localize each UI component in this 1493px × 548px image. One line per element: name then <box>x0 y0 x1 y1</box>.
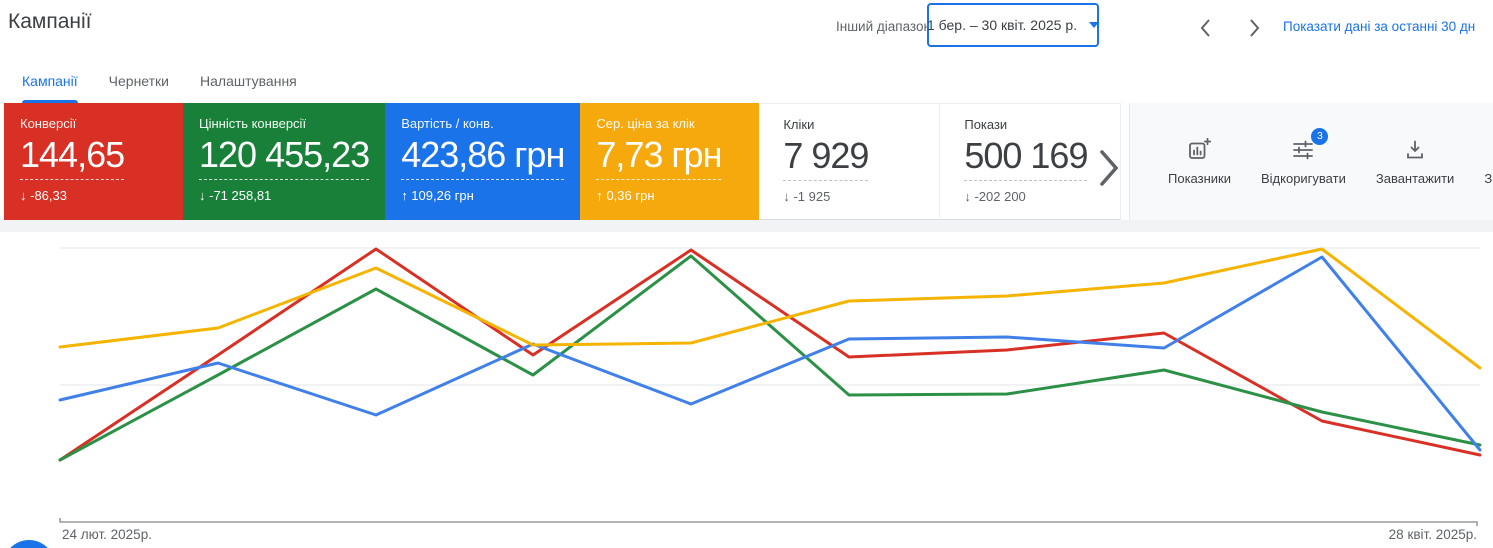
scorecard-value: 423,86 грн <box>401 136 564 180</box>
x-axis-start-label: 24 лют. 2025р. <box>62 527 152 542</box>
other-range-label: Інший діапазон <box>836 19 931 34</box>
scorecard-label: Цінність конверсії <box>199 116 369 131</box>
tab-drafts[interactable]: Чернетки <box>109 60 169 103</box>
x-axis-line <box>60 518 1477 526</box>
series-line-Сер. ціна за клік <box>60 249 1480 368</box>
scorecard-delta: ↓ -71 258,81 <box>199 188 369 203</box>
series-line-Вартість / конв. <box>60 257 1480 450</box>
scorecard-delta: ↑ 0,36 грн <box>596 188 743 203</box>
scorecard-value-text: 7,73 грн <box>596 134 721 175</box>
scorecard-value-text: 7 929 <box>783 135 868 176</box>
campaigns-page: Кампанії Інший діапазон 1 бер. – 30 квіт… <box>0 0 1493 548</box>
previous-range-button[interactable] <box>1190 13 1220 43</box>
scorecard-label: Покази <box>964 117 1096 132</box>
scorecard-value-text: 423,86 грн <box>401 134 564 175</box>
metrics-icon <box>1187 138 1211 162</box>
performance-chart: 24 лют. 2025р. 28 квіт. 2025р. <box>0 232 1493 548</box>
scorecard-delta: ↓ -1 925 <box>783 189 915 204</box>
adjust-columns-icon: 3 <box>1291 138 1315 162</box>
caret-down-icon <box>1089 22 1099 28</box>
date-range-picker[interactable]: 1 бер. – 30 квіт. 2025 р. <box>927 3 1099 47</box>
toolbar-adjust-button[interactable]: 3 Відкоригувати <box>1261 138 1346 186</box>
tab-campaigns[interactable]: Кампанії <box>22 60 78 103</box>
toolbar-metrics-button[interactable]: Показники <box>1168 138 1231 186</box>
scorecard-label: Сер. ціна за клік <box>596 116 743 131</box>
chevron-right-icon <box>1098 149 1120 187</box>
date-range-value: 1 бер. – 30 квіт. 2025 р. <box>927 17 1077 33</box>
toolbar-label: Відкоригувати <box>1261 171 1346 186</box>
scorecard-value-faded: 9 <box>1068 135 1087 176</box>
scorecard-value-text: 144,65 <box>20 134 124 175</box>
scorecard-value-text: 120 455,23 <box>199 134 369 175</box>
notification-badge: 3 <box>1311 128 1328 145</box>
scorecard-delta: ↑ 109,26 грн <box>401 188 564 203</box>
scorecards-next-button[interactable] <box>1088 145 1130 191</box>
next-range-button[interactable] <box>1240 13 1270 43</box>
scorecard-delta: ↓ -202 200 <box>964 189 1096 204</box>
scorecard-label: Вартість / конв. <box>401 116 564 131</box>
scorecard-delta: ↓ -86,33 <box>20 188 167 203</box>
scorecard-conversion-value[interactable]: Цінність конверсії 120 455,23 ↓ -71 258,81 <box>183 103 385 220</box>
toolbar-label: Показники <box>1168 171 1231 186</box>
scorecard-label: Конверсії <box>20 116 167 131</box>
page-title: Кампанії <box>8 10 92 34</box>
x-axis-end-label: 28 квіт. 2025р. <box>1389 527 1477 542</box>
section-divider <box>0 220 1493 232</box>
toolbar-download-button[interactable]: Завантажити <box>1376 138 1454 186</box>
series-line-Конверсії <box>60 249 1480 460</box>
scorecard-value: 500 169 <box>964 137 1087 181</box>
scorecard-value: 144,65 <box>20 136 124 180</box>
tab-bar: Кампанії Чернетки Налаштування <box>0 60 1493 103</box>
chevron-right-icon <box>1249 18 1261 38</box>
toolbar-label: Згорнути <box>1484 171 1493 186</box>
toolbar-collapse-button[interactable]: Згорнути <box>1484 138 1493 186</box>
download-icon <box>1403 138 1427 162</box>
line-chart[interactable] <box>0 232 1493 548</box>
scorecard-label: Кліки <box>783 117 915 132</box>
scorecard-clicks[interactable]: Кліки 7 929 ↓ -1 925 <box>759 103 940 220</box>
series-line-Цінність конверсії <box>60 256 1480 460</box>
top-bar: Кампанії Інший діапазон 1 бер. – 30 квіт… <box>0 0 1493 60</box>
tab-settings[interactable]: Налаштування <box>200 60 297 103</box>
scorecard-avg-cpc[interactable]: Сер. ціна за клік 7,73 грн ↑ 0,36 грн <box>580 103 759 220</box>
scorecards-row: Конверсії 144,65 ↓ -86,33 Цінність конверсі… <box>4 103 1121 220</box>
scorecard-value: 120 455,23 <box>199 136 369 180</box>
scorecard-cost-per-conversion[interactable]: Вартість / конв. 423,86 грн ↑ 109,26 грн <box>385 103 580 220</box>
scorecard-value: 7 929 <box>783 137 868 181</box>
chart-toolbar: Показники 3 Відкоригувати Завантажити Згорну… <box>1129 103 1493 220</box>
scorecard-conversions[interactable]: Конверсії 144,65 ↓ -86,33 <box>4 103 183 220</box>
scorecard-value-text: 500 16 <box>964 135 1068 176</box>
toolbar-label: Завантажити <box>1376 171 1454 186</box>
chevron-left-icon <box>1199 18 1211 38</box>
scorecard-value: 7,73 грн <box>596 136 721 180</box>
show-last-30-days-link[interactable]: Показати дані за останні 30 дн <box>1283 19 1475 34</box>
